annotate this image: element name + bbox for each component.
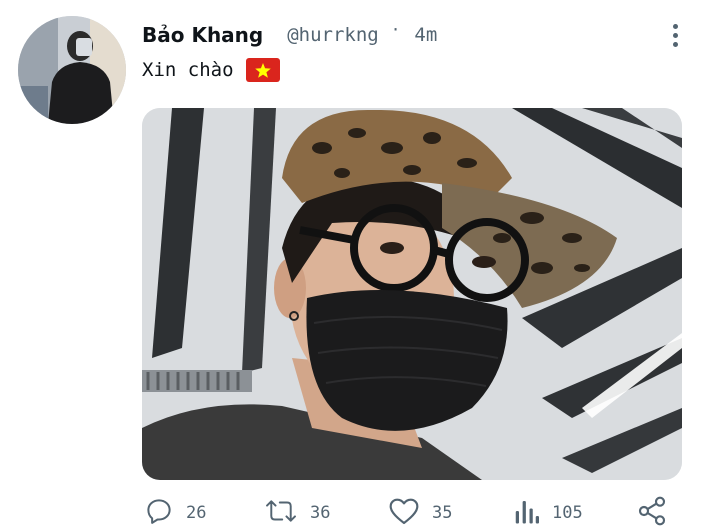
views-icon — [514, 496, 540, 531]
action-bar: 26 36 35 105 — [142, 494, 682, 532]
author-name[interactable]: Bảo Khang — [142, 23, 263, 47]
reply-count: 26 — [186, 503, 207, 523]
timestamp[interactable]: 4m — [414, 24, 437, 46]
share-icon — [636, 495, 668, 532]
views-count: 105 — [552, 503, 583, 523]
retweet-button[interactable]: 36 — [264, 496, 330, 531]
author-handle[interactable]: @hurrkng — [287, 24, 379, 46]
selfie-photo — [142, 108, 682, 480]
like-count: 35 — [432, 503, 453, 523]
reply-button[interactable]: 26 — [144, 496, 206, 531]
share-button[interactable] — [636, 495, 668, 532]
views-button[interactable]: 105 — [514, 496, 583, 531]
retweet-count: 36 — [310, 503, 331, 523]
tweet-header: Bảo Khang @hurrkng · 4m — [142, 20, 437, 50]
avatar[interactable] — [18, 16, 126, 124]
separator-dot: · — [390, 19, 401, 39]
like-button[interactable]: 35 — [388, 496, 452, 531]
avatar-image — [18, 16, 126, 124]
more-options-button[interactable] — [666, 20, 684, 50]
vietnam-flag-icon — [245, 58, 280, 82]
retweet-icon — [264, 496, 298, 531]
reply-icon — [144, 496, 174, 531]
more-dot-icon — [672, 32, 678, 38]
tweet-text: Xin chào — [142, 56, 280, 84]
tweet-media[interactable] — [142, 108, 682, 480]
more-dot-icon — [672, 41, 678, 47]
heart-icon — [388, 496, 420, 531]
tweet-text-content: Xin chào — [142, 59, 234, 81]
more-dot-icon — [672, 23, 678, 29]
